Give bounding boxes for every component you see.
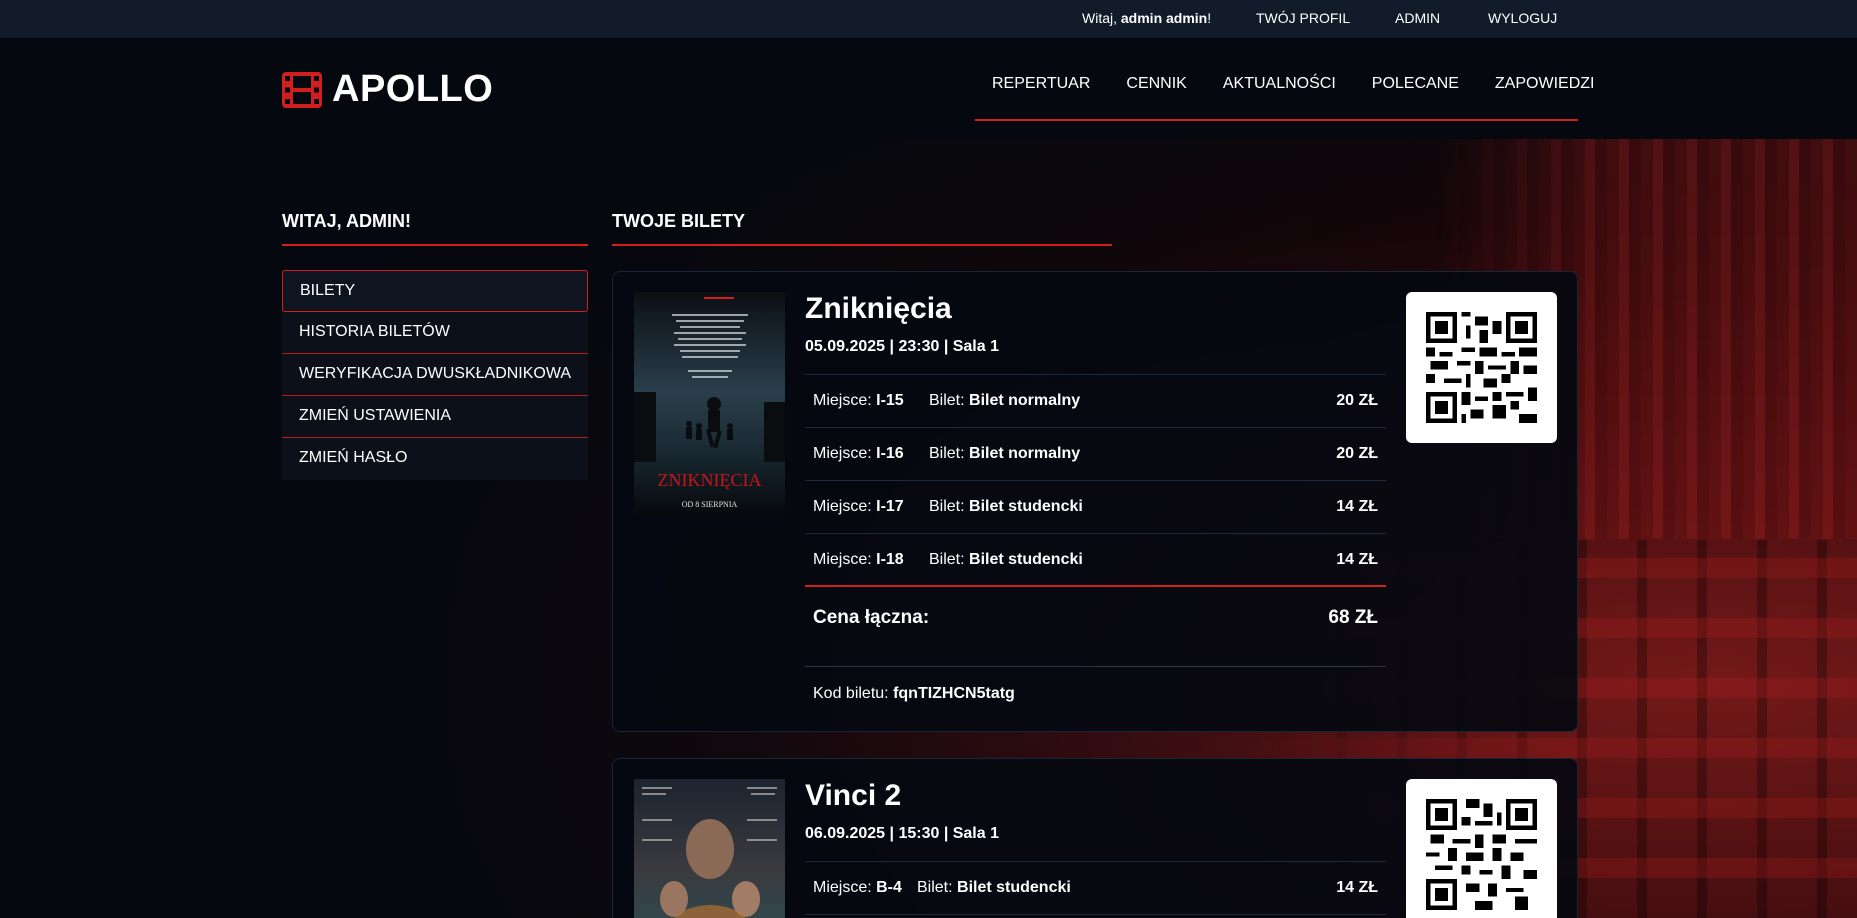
ticket-type-label: Bilet: xyxy=(917,879,958,896)
main-nav: REPERTUAR CENNIK AKTUALNOŚCI POLECANE ZA… xyxy=(975,68,1594,121)
sidebar-item-bilety[interactable]: BILETY xyxy=(282,270,588,312)
poster-subtitle: OD 8 SIERPNIA xyxy=(682,500,738,509)
movie-poster: ZNIKNIĘCIA OD 8 SIERPNIA xyxy=(634,292,785,515)
ticket-type: Bilet studencki xyxy=(969,498,1083,515)
seat-price: 20 ZŁ xyxy=(1336,392,1378,409)
top-bar: Witaj, admin admin! TWÓJ PROFIL ADMIN WY… xyxy=(0,0,1857,38)
nav-repertuar[interactable]: REPERTUAR xyxy=(992,68,1090,119)
screening-meta: 05.09.2025 | 23:30 | Sala 1 xyxy=(805,338,999,355)
ticket-type-label: Bilet: xyxy=(929,392,970,409)
admin-link[interactable]: ADMIN xyxy=(1395,10,1440,26)
total-row: Cena łączna: 68 ZŁ xyxy=(805,587,1386,667)
qr-code xyxy=(1406,779,1557,918)
seat-label: Miejsce: xyxy=(813,879,877,896)
seat-number: I-17 xyxy=(876,498,904,515)
movie-poster xyxy=(634,779,785,918)
sidebar-item-historia[interactable]: HISTORIA BILETÓW xyxy=(282,312,588,354)
seat-number: I-16 xyxy=(876,445,904,462)
sidebar-item-2fa[interactable]: WERYFIKACJA DWUSKŁADNIKOWA xyxy=(282,354,588,396)
seat-price: 14 ZŁ xyxy=(1336,551,1378,568)
seat-label: Miejsce: xyxy=(813,392,877,409)
total-price: 68 ZŁ xyxy=(1328,607,1378,628)
qr-code xyxy=(1406,292,1557,443)
seat-number: I-18 xyxy=(876,551,904,568)
poster-image: ZNIKNIĘCIA OD 8 SIERPNIA xyxy=(634,292,785,515)
welcome-text: Witaj, admin admin! xyxy=(1082,10,1211,26)
nav-zapowiedzi[interactable]: ZAPOWIEDZI xyxy=(1495,68,1595,119)
ticket-info: Zniknięcia 05.09.2025 | 23:30 | Sala 1 M… xyxy=(805,292,1386,703)
film-icon xyxy=(282,71,322,108)
ticket-info: Vinci 2 06.09.2025 | 15:30 | Sala 1 Miej… xyxy=(805,779,1386,915)
greeting-prefix: Witaj, xyxy=(1082,10,1121,26)
ticket-type: Bilet normalny xyxy=(969,392,1081,409)
screening-meta: 06.09.2025 | 15:30 | Sala 1 xyxy=(805,825,999,842)
ticket-code: Kod biletu: fqnTIZHCN5tatg xyxy=(805,667,1386,703)
seat-price: 20 ZŁ xyxy=(1336,445,1378,462)
ticket-card: Vinci 2 06.09.2025 | 15:30 | Sala 1 Miej… xyxy=(612,758,1578,918)
seat-label: Miejsce: xyxy=(813,445,877,462)
nav-polecane[interactable]: POLECANE xyxy=(1372,68,1459,119)
movie-title: Zniknięcia xyxy=(805,292,952,325)
ticket-type: Bilet studencki xyxy=(969,551,1083,568)
seat-price: 14 ZŁ xyxy=(1336,498,1378,515)
ticket-code-value: fqnTIZHCN5tatg xyxy=(893,685,1015,702)
total-label: Cena łączna: xyxy=(813,607,930,628)
ticket-type-label: Bilet: xyxy=(929,498,970,515)
ticket-type: Bilet studencki xyxy=(957,879,1071,896)
poster-image xyxy=(634,779,785,918)
logo[interactable]: APOLLO xyxy=(282,68,493,111)
greeting-suffix: ! xyxy=(1207,10,1212,26)
logout-link[interactable]: WYLOGUJ xyxy=(1488,10,1557,26)
poster-title: ZNIKNIĘCIA xyxy=(658,470,762,490)
seat-list: Miejsce: I-15 Bilet: Bilet normalny 20 Z… xyxy=(805,374,1386,587)
seat-list: Miejsce: B-4 Bilet: Bilet studencki 14 Z… xyxy=(805,861,1386,915)
nav-cennik[interactable]: CENNIK xyxy=(1126,68,1186,119)
seat-row: Miejsce: I-15 Bilet: Bilet normalny 20 Z… xyxy=(805,375,1386,428)
header: APOLLO REPERTUAR CENNIK AKTUALNOŚCI POLE… xyxy=(0,38,1857,139)
sidebar-nav: BILETY HISTORIA BILETÓW WERYFIKACJA DWUS… xyxy=(282,270,588,480)
seat-number: I-15 xyxy=(876,392,904,409)
nav-aktualnosci[interactable]: AKTUALNOŚCI xyxy=(1223,68,1336,119)
seat-row: Miejsce: I-16 Bilet: Bilet normalny 20 Z… xyxy=(805,428,1386,481)
seat-row: Miejsce: I-17 Bilet: Bilet studencki 14 … xyxy=(805,481,1386,534)
profile-link[interactable]: TWÓJ PROFIL xyxy=(1256,10,1350,26)
seat-number: B-4 xyxy=(876,879,902,896)
ticket-type-label: Bilet: xyxy=(929,445,970,462)
sidebar-title: WITAJ, ADMIN! xyxy=(282,211,588,246)
qr-code-icon xyxy=(1426,312,1537,423)
seat-label: Miejsce: xyxy=(813,551,877,568)
ticket-type: Bilet normalny xyxy=(969,445,1081,462)
sidebar-item-ustawienia[interactable]: ZMIEŃ USTAWIENIA xyxy=(282,396,588,438)
sidebar-item-haslo[interactable]: ZMIEŃ HASŁO xyxy=(282,438,588,480)
seat-row: Miejsce: I-18 Bilet: Bilet studencki 14 … xyxy=(805,534,1386,587)
seat-price: 14 ZŁ xyxy=(1336,879,1378,896)
qr-code-icon xyxy=(1426,799,1537,910)
movie-title: Vinci 2 xyxy=(805,779,902,812)
main-title: TWOJE BILETY xyxy=(612,211,1112,246)
user-name: admin admin xyxy=(1120,10,1208,26)
ticket-code-label: Kod biletu: xyxy=(813,685,894,702)
brand-name: APOLLO xyxy=(332,68,494,110)
ticket-type-label: Bilet: xyxy=(929,551,970,568)
ticket-card: ZNIKNIĘCIA OD 8 SIERPNIA Zniknięcia 05.0… xyxy=(612,271,1578,732)
seat-row: Miejsce: B-4 Bilet: Bilet studencki 14 Z… xyxy=(805,862,1386,915)
seat-label: Miejsce: xyxy=(813,498,877,515)
